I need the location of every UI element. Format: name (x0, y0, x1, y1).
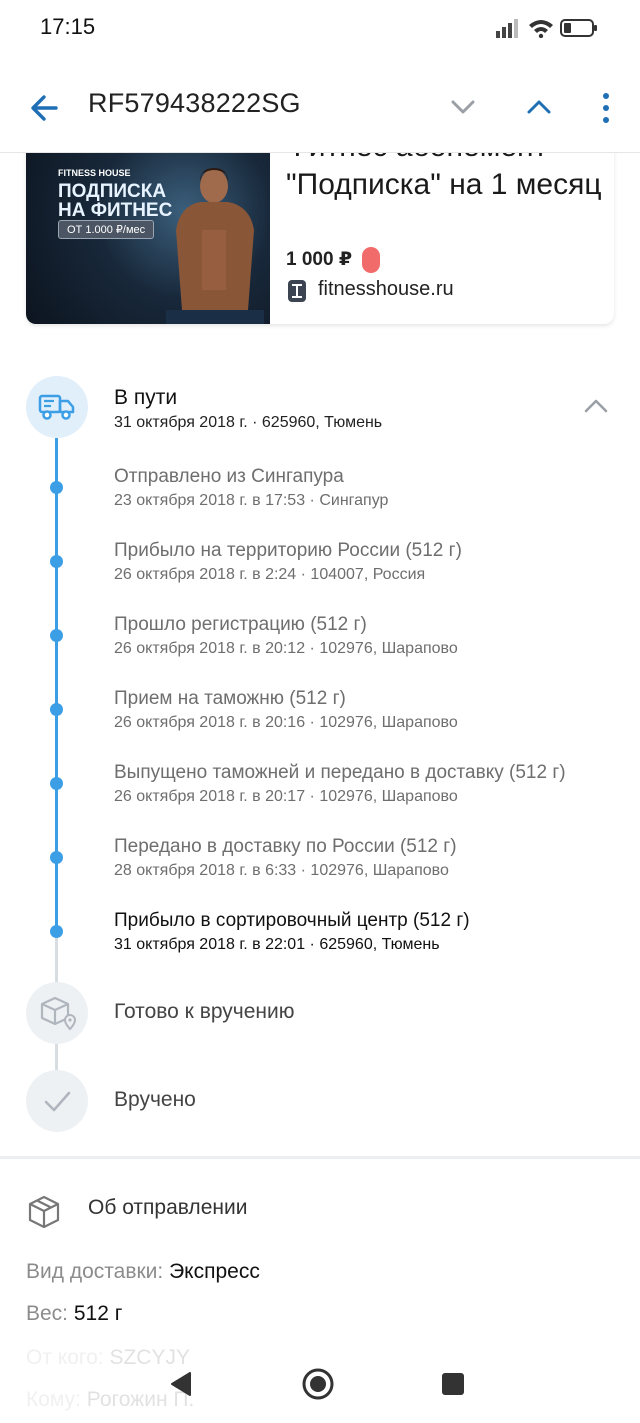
event-subtitle: 26 октября 2018 г. в 20:17 · 102976, Шар… (114, 788, 458, 805)
field-key: Вид доставки: (26, 1260, 164, 1283)
nav-home-icon[interactable] (300, 1366, 336, 1402)
tracking-number-title: RF579438222SG (88, 88, 301, 118)
timeline-dot (50, 851, 63, 864)
banner-price-tag: ОТ 1.000 ₽/мес (58, 220, 155, 239)
more-vertical-icon[interactable] (596, 90, 616, 126)
event-title: Прибыло в сортировочный центр (512 г) (114, 910, 470, 931)
event-subtitle: 26 октября 2018 г. в 20:16 · 102976, Шар… (114, 714, 458, 731)
athlete-figure (166, 168, 264, 324)
timeline-dot (50, 703, 63, 716)
event-subtitle: 28 октября 2018 г. в 6:33 · 102976, Шара… (114, 862, 449, 879)
status-bar: 17:15 (0, 0, 640, 60)
stage-delivered-label: Вручено (114, 1088, 196, 1111)
event-title: Прибыло на территорию России (512 г) (114, 540, 462, 561)
event-subtitle: 31 октября 2018 г. в 22:01 · 625960, Тюм… (114, 936, 440, 953)
field-weight: Вес: 512 г (26, 1302, 122, 1326)
event-title: Передано в доставку по России (512 г) (114, 836, 457, 857)
chevron-down-icon[interactable] (448, 92, 478, 122)
check-icon (44, 1091, 71, 1112)
product-price: 1 000 ₽ (286, 249, 353, 270)
section-divider (0, 1156, 640, 1159)
timeline-line-inactive (55, 1044, 58, 1070)
toolbar: RF579438222SG (0, 62, 640, 153)
timeline-dot (50, 555, 63, 568)
field-key: Вес: (26, 1302, 69, 1325)
shop-logo-icon (288, 280, 306, 302)
package-location-icon (40, 996, 77, 1031)
timeline-dot (50, 925, 63, 938)
stage-in-transit (26, 376, 88, 438)
nav-back-icon[interactable] (168, 1370, 194, 1398)
about-section-title: Об отправлении (88, 1196, 248, 1219)
battery-icon (560, 19, 597, 37)
nav-recents-icon[interactable] (441, 1372, 465, 1396)
field-value: 512 г (73, 1302, 123, 1325)
event-subtitle: 26 октября 2018 г. в 2:24 · 104007, Росс… (114, 566, 426, 583)
event-title: Прием на таможню (512 г) (114, 688, 346, 709)
stage-delivered (26, 1070, 88, 1132)
package-icon (28, 1195, 60, 1229)
status-time: 17:15 (40, 14, 96, 39)
back-arrow-icon[interactable] (26, 90, 62, 126)
event-subtitle: 23 октября 2018 г. в 17:53 · Сингапур (114, 492, 389, 509)
stage-ready (26, 982, 88, 1044)
stage-ready-label: Готово к вручению (114, 1000, 295, 1023)
current-status-title: В пути (114, 386, 178, 409)
wifi-icon (529, 20, 553, 38)
timeline-dot (50, 481, 63, 494)
price-badge (362, 247, 380, 273)
timeline-line-inactive (55, 934, 58, 982)
event-title: Прошло регистрацию (512 г) (114, 614, 367, 635)
collapse-chevron-icon[interactable] (582, 392, 610, 420)
field-delivery-type: Вид доставки: Экспресс (26, 1260, 260, 1284)
event-subtitle: 26 октября 2018 г. в 20:12 · 102976, Шар… (114, 640, 458, 657)
event-title: Выпущено таможней и передано в доставку … (114, 762, 566, 783)
signal-icon (496, 19, 518, 38)
chevron-up-icon[interactable] (524, 92, 554, 122)
event-title: Отправлено из Сингапура (114, 466, 344, 487)
current-status-subtitle: 31 октября 2018 г. · 625960, Тюмень (114, 414, 383, 431)
shop-name[interactable]: fitnesshouse.ru (318, 278, 454, 301)
timeline-dot (50, 629, 63, 642)
truck-icon (38, 394, 75, 420)
timeline-dot (50, 777, 63, 790)
banner-brand: FITNESS HOUSE (58, 168, 131, 178)
field-value: Экспресс (169, 1260, 260, 1283)
